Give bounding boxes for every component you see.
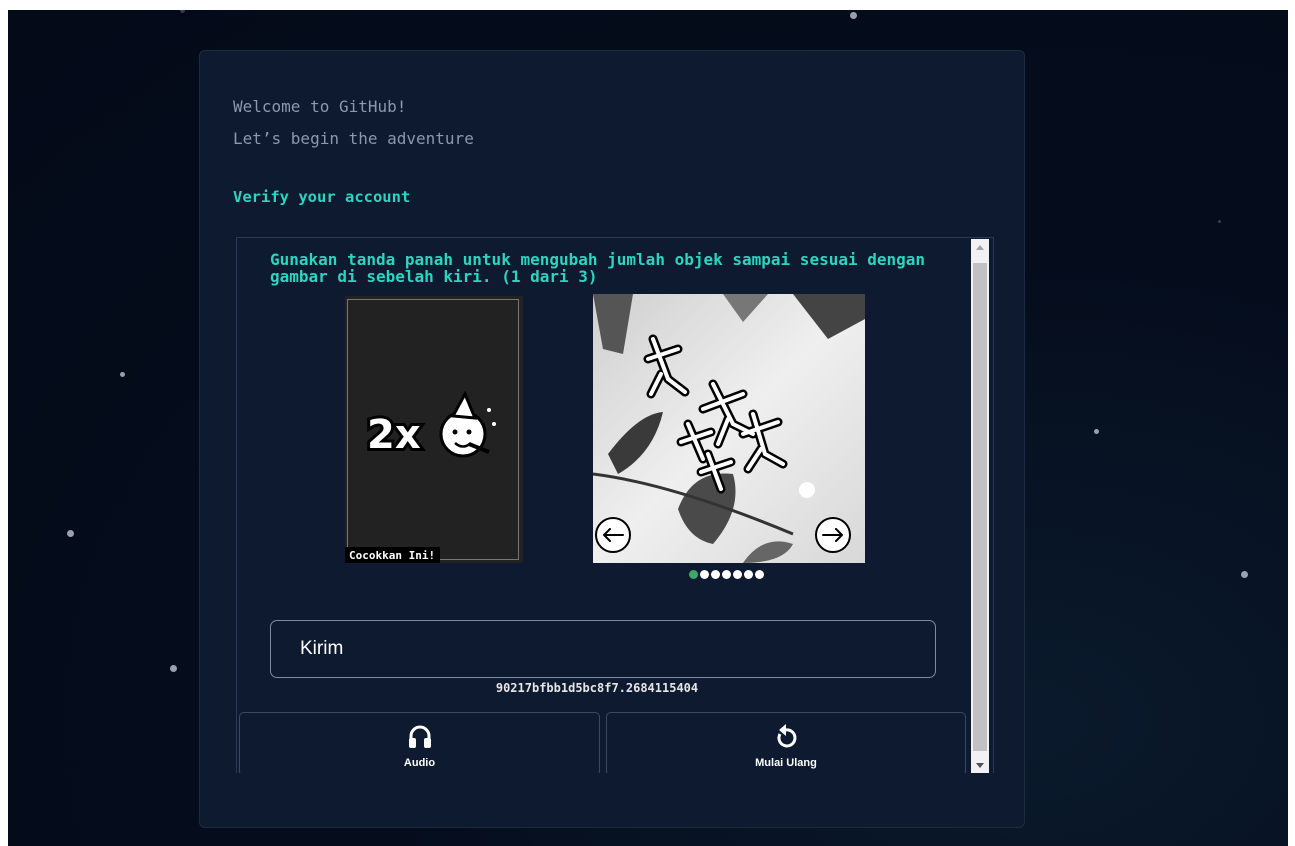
restart-button[interactable]: Mulai Ulang: [606, 712, 966, 773]
star: [180, 10, 185, 13]
previous-button[interactable]: [595, 517, 631, 553]
submit-button[interactable]: Kirim: [270, 620, 936, 678]
star: [120, 372, 125, 377]
reference-image: 2x Cocokkan Ini!: [345, 296, 523, 563]
progress-dot: [722, 570, 731, 579]
match-this-label: Cocokkan Ini!: [345, 547, 441, 563]
headphones-icon: [408, 725, 431, 748]
next-button[interactable]: [815, 517, 851, 553]
star: [1218, 220, 1221, 223]
scroll-up-button[interactable]: [971, 239, 989, 256]
audio-button[interactable]: Audio: [239, 712, 600, 773]
progress-dot: [711, 570, 720, 579]
progress-dot: [689, 570, 698, 579]
reference-graphic: 2x: [364, 390, 496, 461]
progress-dots: [689, 570, 764, 579]
scrollbar[interactable]: [971, 239, 989, 773]
puzzle-image: [593, 294, 865, 563]
welcome-line-2: Let’s begin the adventure: [233, 129, 474, 148]
restart-label: Mulai Ulang: [755, 757, 817, 769]
star: [1241, 571, 1248, 578]
progress-dot: [744, 570, 753, 579]
scroll-down-button[interactable]: [971, 757, 989, 773]
welcome-line-1: Welcome to GitHub!: [233, 97, 407, 116]
captcha-instruction: Gunakan tanda panah untuk mengubah jumla…: [270, 250, 926, 286]
captcha-frame: Gunakan tanda panah untuk mengubah jumla…: [236, 237, 994, 773]
reference-count-text: 2x: [367, 412, 421, 458]
party-face-icon: [439, 390, 496, 458]
signup-card: Welcome to GitHub! Let’s begin the adven…: [199, 50, 1025, 828]
audio-label: Audio: [403, 757, 436, 769]
right-arrow-icon: [822, 528, 843, 542]
welcome-text: Welcome to GitHub! Let’s begin the adven…: [233, 91, 474, 155]
triangle-up-icon: [976, 245, 984, 250]
star: [67, 530, 74, 537]
verify-title: Verify your account: [233, 188, 411, 206]
star: [1094, 429, 1099, 434]
scroll-thumb[interactable]: [973, 263, 987, 751]
star: [170, 665, 177, 672]
session-id: 90217bfbb1d5bc8f7.2684115404: [495, 681, 699, 695]
progress-dot: [755, 570, 764, 579]
progress-dot: [733, 570, 742, 579]
left-arrow-icon: [603, 528, 624, 542]
progress-dot: [700, 570, 709, 579]
restart-icon: [777, 724, 797, 748]
triangle-down-icon: [976, 763, 984, 768]
star: [850, 12, 857, 19]
